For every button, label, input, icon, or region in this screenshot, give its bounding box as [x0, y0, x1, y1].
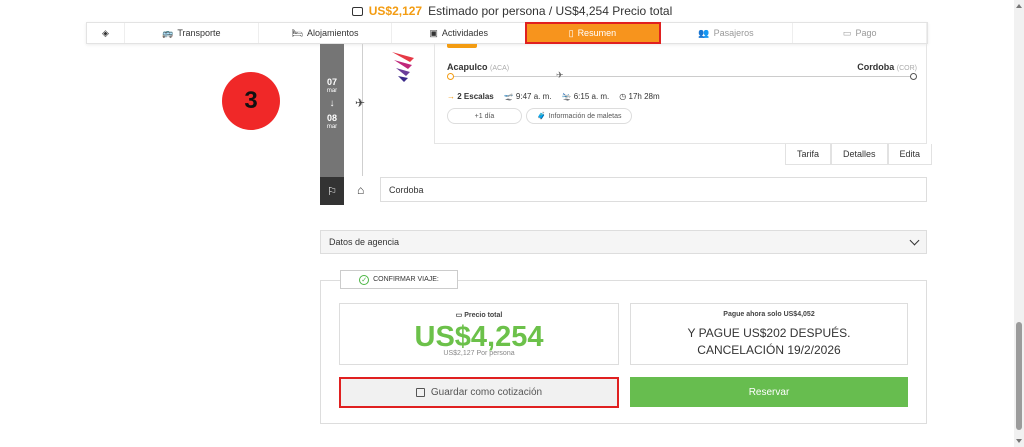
origin: Acapulco (ACA) [447, 62, 509, 72]
payment-plan-box: Pague ahora solo US$4,052 Y PAGUE US$202… [630, 303, 908, 365]
total-label-text: Precio total [464, 312, 503, 319]
plane-icon: ✈ [355, 96, 366, 110]
arrive-time: 6:15 a. m. [573, 92, 610, 101]
tab-tarifa[interactable]: Tarifa [785, 144, 832, 165]
scroll-thumb[interactable] [1016, 322, 1022, 430]
origin-code: (ACA) [490, 65, 510, 72]
heart-diamond-icon: ◈ [102, 27, 109, 38]
estimate-text: Estimado por persona / US$4,254 Precio t… [428, 4, 673, 18]
step-transporte[interactable]: 🚌 Transporte [125, 23, 259, 43]
arrow-down-icon: ↓ [329, 98, 335, 109]
step-pago[interactable]: ▭ Pago [793, 23, 928, 43]
save-quote-button[interactable]: Guardar como cotización [339, 377, 619, 408]
agency-data-accordion[interactable]: Datos de agencia [320, 230, 927, 254]
start-month: mar [326, 88, 338, 94]
total-label: ▭ Precio total [340, 311, 618, 319]
total-price-box: ▭ Precio total US$4,254 US$2,127 Por per… [339, 303, 619, 365]
confirm-trip-tag: ✓ CONFIRMAR VIAJE: [340, 270, 458, 289]
flight-card-tabs: Tarifa Detalles Edita [785, 144, 933, 165]
price-per-person: US$2,127 [368, 4, 423, 18]
timeline-connector [362, 44, 363, 176]
duration: ◷ 17h 28m [619, 92, 659, 101]
agency-label: Datos de agencia [329, 237, 400, 247]
origin-city: Acapulco [447, 62, 488, 72]
baggage-info-chip[interactable]: 🧳 Información de maletas [526, 108, 633, 124]
flight-card: Acapulco (ACA) Cordoba (COR) ✈ → 2 Escal… [434, 44, 927, 144]
stops[interactable]: → 2 Escalas [447, 92, 494, 101]
scroll-up-icon[interactable] [1016, 4, 1022, 8]
dest-code: (COR) [896, 65, 917, 72]
save-label: Guardar como cotización [430, 387, 543, 398]
baggage-label: Información de maletas [548, 112, 622, 120]
pay-later-line: Y PAGUE US$202 DESPUÉS. [687, 326, 851, 340]
destination: Cordoba (COR) [857, 62, 917, 72]
step-pasajeros[interactable]: 👥 Pasajeros [660, 23, 794, 43]
confirm-tag-label: CONFIRMAR VIAJE: [373, 276, 439, 283]
stops-label: 2 Escalas [457, 92, 494, 101]
step-label: Transporte [177, 28, 221, 38]
step-label: Resumen [577, 28, 617, 38]
depart: 🛫 9:47 a. m. [504, 92, 552, 101]
document-icon: ▯ [568, 27, 574, 38]
people-icon: 👥 [698, 27, 710, 38]
vertical-scrollbar[interactable] [1014, 0, 1024, 447]
itinerary-timeline: 07 mar ↓ 08 mar ⚐ [320, 44, 344, 205]
duration-value: 17h 28m [628, 92, 660, 101]
tab-edita[interactable]: Edita [887, 144, 933, 165]
step-number-badge: 3 [222, 72, 280, 130]
pay-now-label: Pague ahora solo US$4,052 [723, 311, 815, 318]
route-line [451, 76, 913, 77]
start-day: 07 [326, 77, 337, 87]
card-icon: ▭ [842, 27, 852, 38]
step-label: Pago [855, 28, 877, 38]
check-circle-icon: ✓ [359, 274, 370, 285]
booking-stepper: ◈ 🚌 Transporte 🛏 Alojamientos ▣ Activida… [86, 22, 928, 44]
cancellation-line: CANCELACIÓN 19/2/2026 [697, 343, 841, 357]
dest-city: Cordoba [857, 62, 895, 72]
chevron-down-icon [909, 235, 920, 245]
step-label: Actividades [441, 28, 488, 38]
bus-icon: 🚌 [162, 27, 174, 38]
airline-logo [392, 52, 414, 82]
ticket-icon: ▣ [429, 27, 438, 38]
per-person-value: US$2,127 Por persona [443, 350, 515, 357]
end-day: 08 [326, 113, 337, 123]
landing-icon: 🛬 [561, 92, 572, 101]
clock-icon: ◷ [619, 92, 627, 101]
step-home[interactable]: ◈ [87, 23, 125, 43]
price-summary-bar: US$2,127 Estimado por persona / US$4,254… [0, 0, 1024, 22]
suitcase-icon: 🧳 [537, 113, 546, 120]
scroll-down-icon[interactable] [1016, 439, 1022, 443]
flag-icon: ⚐ [320, 177, 344, 205]
stops-arrow-icon: → [447, 92, 455, 101]
step-label: Alojamientos [306, 28, 359, 38]
page: US$2,127 Estimado por persona / US$4,254… [0, 0, 1024, 447]
takeoff-icon: 🛫 [503, 92, 514, 101]
depart-time: 9:47 a. m. [515, 92, 552, 101]
home-icon: ⌂ [357, 183, 365, 197]
destination-box: Cordoba [380, 177, 927, 202]
flight-details: → 2 Escalas 🛫 9:47 a. m. 🛬 6:15 a. m. ◷ … [447, 92, 660, 101]
step-resumen[interactable]: ▯ Resumen [525, 22, 661, 44]
flight-accent-tab [447, 44, 477, 48]
bed-icon: 🛏 [291, 27, 303, 38]
destination-dot [910, 73, 917, 80]
tab-detalles[interactable]: Detalles [831, 144, 888, 165]
plus-day-chip: +1 día [447, 108, 522, 124]
arrive: 🛬 6:15 a. m. [562, 92, 610, 101]
save-icon [415, 388, 425, 397]
step-alojamientos[interactable]: 🛏 Alojamientos [259, 23, 393, 43]
reserve-button[interactable]: Reservar [630, 377, 908, 407]
end-month: mar [326, 124, 338, 130]
step-actividades[interactable]: ▣ Actividades [392, 23, 527, 43]
step-label: Pasajeros [713, 28, 754, 38]
flight-chips: +1 día 🧳 Información de maletas [447, 108, 633, 124]
route-plane-icon: ✈ [556, 70, 564, 80]
wallet-icon: ▭ [455, 312, 463, 319]
money-icon [351, 6, 363, 16]
origin-dot [447, 73, 454, 80]
